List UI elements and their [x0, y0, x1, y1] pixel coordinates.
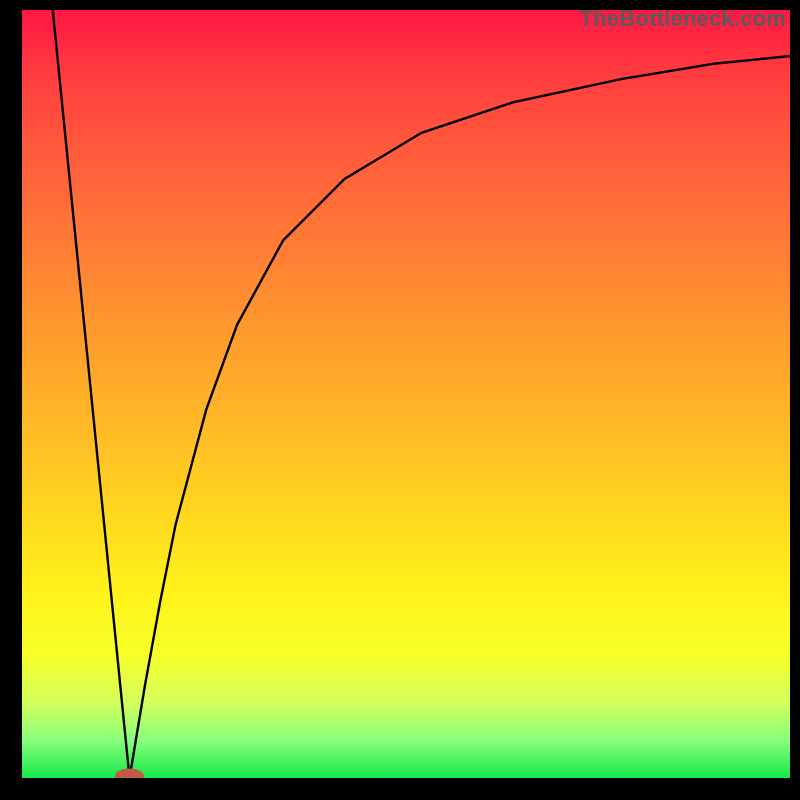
watermark-text: TheBottleneck.com: [580, 6, 786, 32]
curve-left: [53, 10, 130, 778]
curve-right: [130, 56, 790, 778]
plot-area: [22, 10, 790, 778]
chart-svg: [22, 10, 790, 778]
minimum-marker: [116, 769, 144, 778]
chart-frame: TheBottleneck.com: [0, 0, 800, 800]
